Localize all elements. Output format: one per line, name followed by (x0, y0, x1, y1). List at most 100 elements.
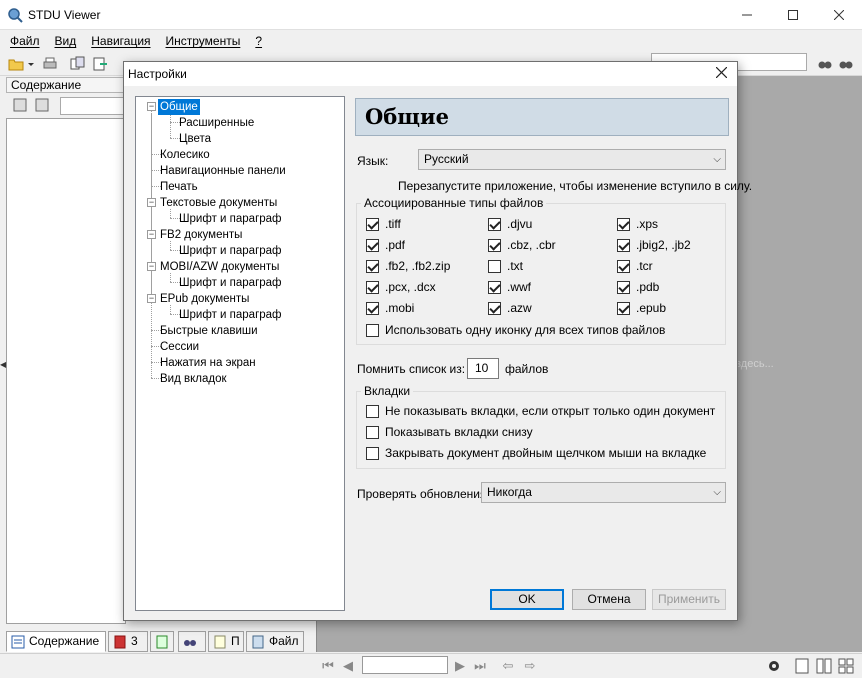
tree-item-epub-font[interactable]: Шрифт и параграф (177, 307, 284, 323)
close-window-button[interactable] (816, 0, 862, 30)
filetype-cbz-checkbox[interactable]: .cbz, .cbr (488, 237, 556, 253)
dialog-close-button[interactable] (709, 63, 733, 85)
tree-collapse-icon[interactable]: − (147, 294, 156, 303)
menu-tools[interactable]: Инструменты (160, 34, 250, 48)
checkbox-box[interactable] (366, 238, 379, 252)
menu-navigation[interactable]: Навигация (85, 34, 159, 48)
checkbox-box[interactable] (366, 425, 379, 439)
tree-item-screen-taps[interactable]: Нажатия на экран (158, 355, 258, 371)
two-pages-icon[interactable] (816, 658, 832, 674)
minimize-button[interactable] (724, 0, 770, 30)
tab-search[interactable] (178, 631, 206, 652)
tab-bookmarks[interactable]: 3 (108, 631, 148, 652)
tree-collapse-icon[interactable]: − (147, 262, 156, 271)
tree-item-nav-panels[interactable]: Навигационные панели (158, 163, 288, 179)
expand-tree-icon[interactable] (12, 97, 28, 113)
checkbox-box[interactable] (366, 446, 379, 460)
contents-tree[interactable] (6, 118, 126, 624)
checkbox-box[interactable] (617, 238, 630, 252)
filetype-mobi-checkbox[interactable]: .mobi (366, 300, 414, 316)
next-page-icon[interactable]: ▶ (452, 658, 468, 674)
filetype-azw-checkbox[interactable]: .azw (488, 300, 532, 316)
checkbox-box[interactable] (366, 323, 379, 337)
updates-select[interactable]: Никогда ⌵ (481, 482, 726, 503)
menu-help[interactable]: ? (249, 34, 271, 48)
maximize-button[interactable] (770, 0, 816, 30)
tree-item-hotkeys[interactable]: Быстрые клавиши (158, 323, 260, 339)
tree-item-mobi-docs[interactable]: MOBI/AZW документы (158, 259, 281, 275)
tree-item-advanced[interactable]: Расширенные (177, 115, 256, 131)
filetype-jbig2-checkbox[interactable]: .jbig2, .jb2 (617, 237, 691, 253)
checkbox-box[interactable] (366, 259, 379, 273)
tab-contents[interactable]: Содержание (6, 631, 106, 652)
checkbox-box[interactable] (488, 259, 501, 273)
find-next-icon[interactable] (838, 56, 854, 72)
single-icon-checkbox[interactable]: Использовать одну иконку для всех типов … (366, 322, 665, 338)
first-page-icon[interactable]: ⏮ (320, 658, 336, 674)
tree-item-colors[interactable]: Цвета (177, 131, 213, 147)
tab-file[interactable]: Файл (246, 631, 304, 652)
filetype-pdb-checkbox[interactable]: .pdb (617, 279, 659, 295)
page-number-input[interactable] (362, 656, 448, 674)
filetype-xps-checkbox[interactable]: .xps (617, 216, 658, 232)
checkbox-box[interactable] (488, 238, 501, 252)
checkbox-box[interactable] (488, 301, 501, 315)
ok-button[interactable]: OK (490, 589, 564, 610)
tree-collapse-icon[interactable]: − (147, 230, 156, 239)
filetype-djvu-checkbox[interactable]: .djvu (488, 216, 532, 232)
hide-single-tab-checkbox[interactable]: Не показывать вкладки, если открыт тольк… (366, 403, 715, 419)
forward-icon[interactable]: ⇨ (522, 658, 538, 674)
find-previous-icon[interactable] (817, 56, 833, 72)
collapse-tree-icon[interactable] (34, 97, 50, 113)
apply-button[interactable]: Применить (652, 589, 726, 610)
menu-file[interactable]: Файл (4, 34, 49, 48)
checkbox-box[interactable] (366, 217, 379, 231)
recent-files-count-input[interactable]: 10 (467, 358, 499, 379)
filetype-wwf-checkbox[interactable]: .wwf (488, 279, 531, 295)
filetype-tcr-checkbox[interactable]: .tcr (617, 258, 653, 274)
language-select[interactable]: Русский ⌵ (418, 149, 726, 170)
checkbox-box[interactable] (366, 280, 379, 294)
filetype-pcx-checkbox[interactable]: .pcx, .dcx (366, 279, 436, 295)
dblclick-close-checkbox[interactable]: Закрывать документ двойным щелчком мыши … (366, 445, 706, 461)
settings-gear-icon[interactable] (766, 658, 782, 674)
open-folder-icon[interactable] (8, 56, 24, 72)
filetype-epub-checkbox[interactable]: .epub (617, 300, 666, 316)
filetype-pdf-checkbox[interactable]: .pdf (366, 237, 405, 253)
checkbox-box[interactable] (617, 217, 630, 231)
checkbox-box[interactable] (488, 280, 501, 294)
checkbox-box[interactable] (617, 280, 630, 294)
copy-icon[interactable] (70, 56, 86, 72)
tree-item-wheel[interactable]: Колесико (158, 147, 212, 163)
tree-item-fb2-font[interactable]: Шрифт и параграф (177, 243, 284, 259)
tree-collapse-icon[interactable]: − (147, 102, 156, 111)
checkbox-box[interactable] (617, 259, 630, 273)
tree-item-general[interactable]: Общие (158, 99, 200, 115)
menu-view[interactable]: Вид (49, 34, 86, 48)
prev-page-icon[interactable]: ◀ (340, 658, 356, 674)
panel-search-input[interactable] (60, 97, 130, 115)
tree-item-mobi-font[interactable]: Шрифт и параграф (177, 275, 284, 291)
cancel-button[interactable]: Отмена (572, 589, 646, 610)
checkbox-box[interactable] (366, 301, 379, 315)
single-page-icon[interactable] (794, 658, 810, 674)
tree-item-text-docs[interactable]: Текстовые документы (158, 195, 279, 211)
checkbox-box[interactable] (617, 301, 630, 315)
back-icon[interactable]: ⇦ (500, 658, 516, 674)
panel-splitter-arrow-icon[interactable]: ◀ (0, 360, 6, 370)
dropdown-arrow-icon[interactable] (27, 56, 35, 72)
print-icon[interactable] (42, 56, 58, 72)
filetype-tiff-checkbox[interactable]: .tiff (366, 216, 401, 232)
export-icon[interactable] (92, 56, 108, 72)
tree-item-fb2-docs[interactable]: FB2 документы (158, 227, 244, 243)
tabs-bottom-checkbox[interactable]: Показывать вкладки снизу (366, 424, 533, 440)
tree-item-epub-docs[interactable]: EPub документы (158, 291, 251, 307)
last-page-icon[interactable]: ⏭ (472, 658, 488, 674)
tree-collapse-icon[interactable]: − (147, 198, 156, 207)
filetype-txt-checkbox[interactable]: .txt (488, 258, 523, 274)
checkbox-box[interactable] (488, 217, 501, 231)
checkbox-box[interactable] (366, 404, 379, 418)
grid-pages-icon[interactable] (838, 658, 854, 674)
tree-item-text-font[interactable]: Шрифт и параграф (177, 211, 284, 227)
tree-item-tab-view[interactable]: Вид вкладок (158, 371, 229, 387)
